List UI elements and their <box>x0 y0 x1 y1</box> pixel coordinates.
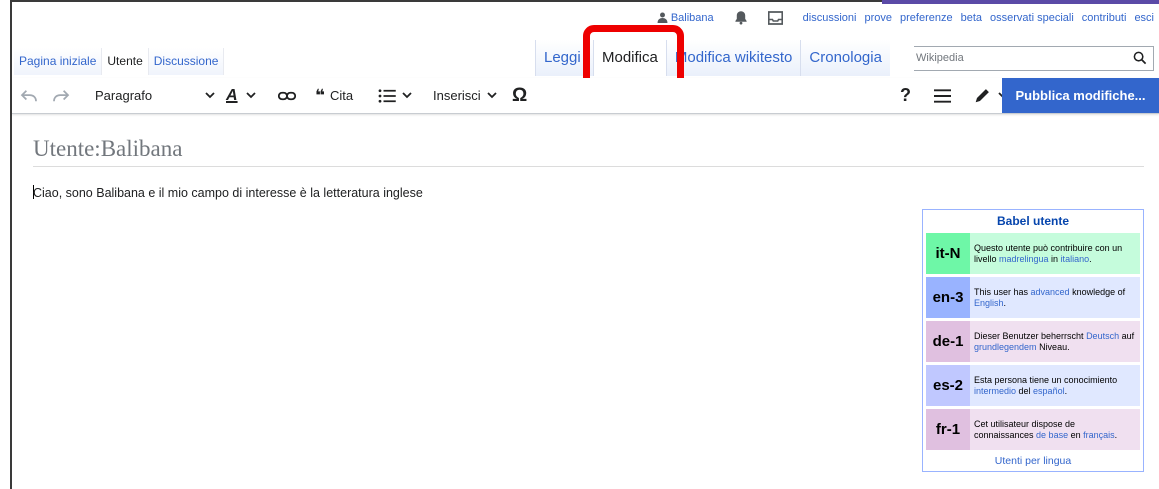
link-discussioni[interactable]: discussioni <box>803 12 857 24</box>
personal-tools: Balibana discussioni prove preferenze be… <box>657 10 1154 25</box>
editor-toolbar: Paragrafo A ❝ Cita Inserisci Ω ? Pubblic… <box>12 78 1159 114</box>
chevron-down-icon <box>245 92 256 99</box>
chevron-down-icon <box>402 92 412 99</box>
babel-title[interactable]: Babel utente <box>923 210 1143 233</box>
bell-icon[interactable] <box>734 10 748 25</box>
cite-button[interactable]: ❝ Cita <box>315 78 353 113</box>
babel-description: Esta persona tiene un conocimiento inter… <box>970 365 1140 406</box>
babel-code[interactable]: fr-1 <box>926 409 970 450</box>
babel-box: Babel utente it-N Questo utente può contr… <box>922 209 1144 472</box>
text-style-dropdown[interactable]: A <box>226 78 256 113</box>
tab-modifica-wikitesto[interactable]: Modifica wikitesto <box>665 40 801 76</box>
link-beta[interactable]: beta <box>961 12 982 24</box>
babel-link[interactable]: español <box>1033 386 1065 396</box>
search-placeholder: Wikipedia <box>916 52 964 64</box>
tab-pagina-iniziale[interactable]: Pagina iniziale <box>14 48 103 75</box>
babel-link[interactable]: intermedio <box>974 386 1016 396</box>
link-osservati-speciali[interactable]: osservati speciali <box>990 12 1074 24</box>
babel-link[interactable]: italiano <box>1061 254 1090 264</box>
babel-link[interactable]: Deutsch <box>1086 331 1119 341</box>
babel-text: en <box>1068 429 1084 440</box>
babel-description: Questo utente può contribuire con un liv… <box>970 233 1140 274</box>
link-icon <box>278 91 296 100</box>
babel-description: Cet utilisateur dispose de connaissances… <box>970 409 1140 450</box>
babel-link[interactable]: français <box>1083 430 1115 440</box>
link-contributi[interactable]: contributi <box>1082 12 1127 24</box>
babel-text: . <box>1089 253 1092 264</box>
chevron-down-icon <box>205 92 215 99</box>
babel-description: This user has advanced knowledge of Engl… <box>970 277 1140 318</box>
babel-text: . <box>1064 385 1068 396</box>
insert-dropdown[interactable]: Inserisci <box>433 78 497 113</box>
babel-text: in <box>1048 253 1061 264</box>
quote-icon: ❝ <box>315 85 325 105</box>
menu-icon <box>934 88 951 103</box>
babel-text: This user has <box>974 286 1031 297</box>
page-options-button[interactable] <box>934 78 951 113</box>
babel-code[interactable]: de-1 <box>926 321 970 362</box>
tab-discussione[interactable]: Discussione <box>148 48 225 75</box>
username-link[interactable]: Balibana <box>671 12 714 24</box>
chevron-down-icon <box>487 92 497 99</box>
babel-link[interactable]: de base <box>1036 430 1068 440</box>
babel-code[interactable]: en-3 <box>926 277 970 318</box>
omega-icon: Ω <box>512 84 528 106</box>
undo-button[interactable] <box>20 78 38 113</box>
link-prove[interactable]: prove <box>864 12 892 24</box>
redo-button[interactable] <box>52 78 70 113</box>
window-frame-left <box>0 0 12 489</box>
babel-text: Niveau. <box>1036 341 1070 352</box>
background-window-edge <box>882 0 1159 4</box>
list-dropdown[interactable] <box>378 78 412 113</box>
special-character-button[interactable]: Ω <box>512 78 527 113</box>
search-icon[interactable] <box>1133 51 1147 65</box>
paragraph-dropdown[interactable]: Paragrafo <box>95 78 215 113</box>
babel-link[interactable]: advanced <box>1031 287 1070 297</box>
page-content[interactable]: Ciao, sono Balibana e il mio campo di in… <box>33 185 423 200</box>
babel-text: knowledge of <box>1069 286 1126 297</box>
user-link[interactable]: Balibana <box>657 12 714 24</box>
publish-button[interactable]: Pubblica modifiche... <box>1002 78 1159 113</box>
babel-code[interactable]: es-2 <box>926 365 970 406</box>
babel-link[interactable]: madrelingua <box>999 254 1049 264</box>
babel-text: auf <box>1119 330 1135 341</box>
link-preferenze[interactable]: preferenze <box>900 12 953 24</box>
babel-text: . <box>1114 429 1118 440</box>
link-esci[interactable]: esci <box>1134 12 1154 24</box>
inbox-icon[interactable] <box>767 10 783 25</box>
babel-rows: it-N Questo utente può contribuire con un… <box>923 233 1143 450</box>
babel-link[interactable]: English <box>974 298 1004 308</box>
help-button[interactable]: ? <box>900 78 911 113</box>
text-style-icon: A <box>226 86 238 104</box>
babel-text: del <box>1016 385 1034 396</box>
babel-text: . <box>1003 297 1007 308</box>
babel-link[interactable]: grundlegendem <box>974 342 1037 352</box>
pencil-icon <box>975 89 989 103</box>
tab-utente[interactable]: Utente <box>102 48 149 75</box>
babel-text: Dieser Benutzer beherrscht <box>974 330 1087 341</box>
babel-footer-link[interactable]: Utenti per lingua <box>923 453 1143 471</box>
bullet-list-icon <box>378 88 396 103</box>
page-text: Ciao, sono Balibana e il mio campo di in… <box>33 186 423 200</box>
namespace-tabs: Pagina iniziale Utente Discussione <box>14 48 225 75</box>
undo-icon <box>20 89 37 101</box>
link-button[interactable] <box>278 78 296 113</box>
page-title: Utente:Balibana <box>33 136 1144 167</box>
babel-text: Esta persona tiene un conocimiento <box>974 374 1118 385</box>
search-input[interactable]: Wikipedia <box>914 46 1154 71</box>
window-frame-top <box>12 0 882 2</box>
babel-description: Dieser Benutzer beherrscht Deutsch auf g… <box>970 321 1140 362</box>
babel-code[interactable]: it-N <box>926 233 970 274</box>
babel-row-it-n: it-N Questo utente può contribuire con un… <box>926 233 1140 274</box>
babel-row-de-1: de-1 Dieser Benutzer beherrscht Deutsch a… <box>926 321 1140 362</box>
redo-icon <box>53 89 70 101</box>
tab-cronologia[interactable]: Cronologia <box>800 40 890 76</box>
user-icon <box>657 12 668 23</box>
babel-row-es-2: es-2 Esta persona tiene un conocimiento i… <box>926 365 1140 406</box>
babel-row-fr-1: fr-1 Cet utilisateur dispose de connaissa… <box>926 409 1140 450</box>
babel-row-en-3: en-3 This user has advanced knowledge of … <box>926 277 1140 318</box>
